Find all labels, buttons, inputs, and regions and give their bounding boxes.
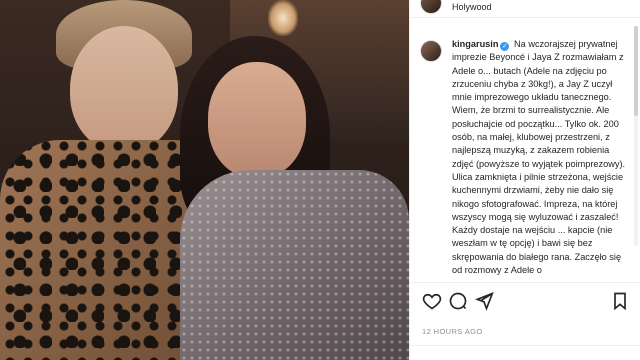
bookmark-icon[interactable]: [610, 291, 630, 311]
bottom-divider: [410, 345, 640, 346]
post-photo[interactable]: [0, 0, 409, 360]
post-side-panel: Holywood kingarusin ✓ Na wczorajszej pryw…: [409, 0, 640, 360]
caption-avatar[interactable]: [420, 40, 442, 62]
caption-text: Na wczorajszej prywatnej imprezie Beyonc…: [452, 39, 626, 276]
post-timestamp[interactable]: 12 HOURS AGO: [422, 327, 483, 336]
post-caption: kingarusin ✓ Na wczorajszej prywatnej imp…: [452, 38, 632, 282]
post-location[interactable]: Holywood: [452, 2, 492, 12]
post-header: Holywood: [410, 0, 640, 18]
post-actions-bar: [410, 282, 640, 316]
person-left-face: [70, 26, 178, 152]
caption-scrollbar[interactable]: [634, 26, 638, 246]
heart-icon[interactable]: [422, 291, 442, 311]
comment-icon[interactable]: [448, 291, 468, 311]
verified-badge-icon: ✓: [500, 42, 510, 51]
share-icon[interactable]: [474, 291, 494, 311]
caption-scroll-thumb[interactable]: [634, 26, 638, 116]
person-right-sequin-jacket: [180, 170, 409, 360]
photo-background-lamp: [268, 0, 298, 36]
caption-username[interactable]: kingarusin: [452, 39, 498, 49]
header-avatar[interactable]: [420, 0, 442, 14]
person-right-face: [208, 62, 306, 178]
